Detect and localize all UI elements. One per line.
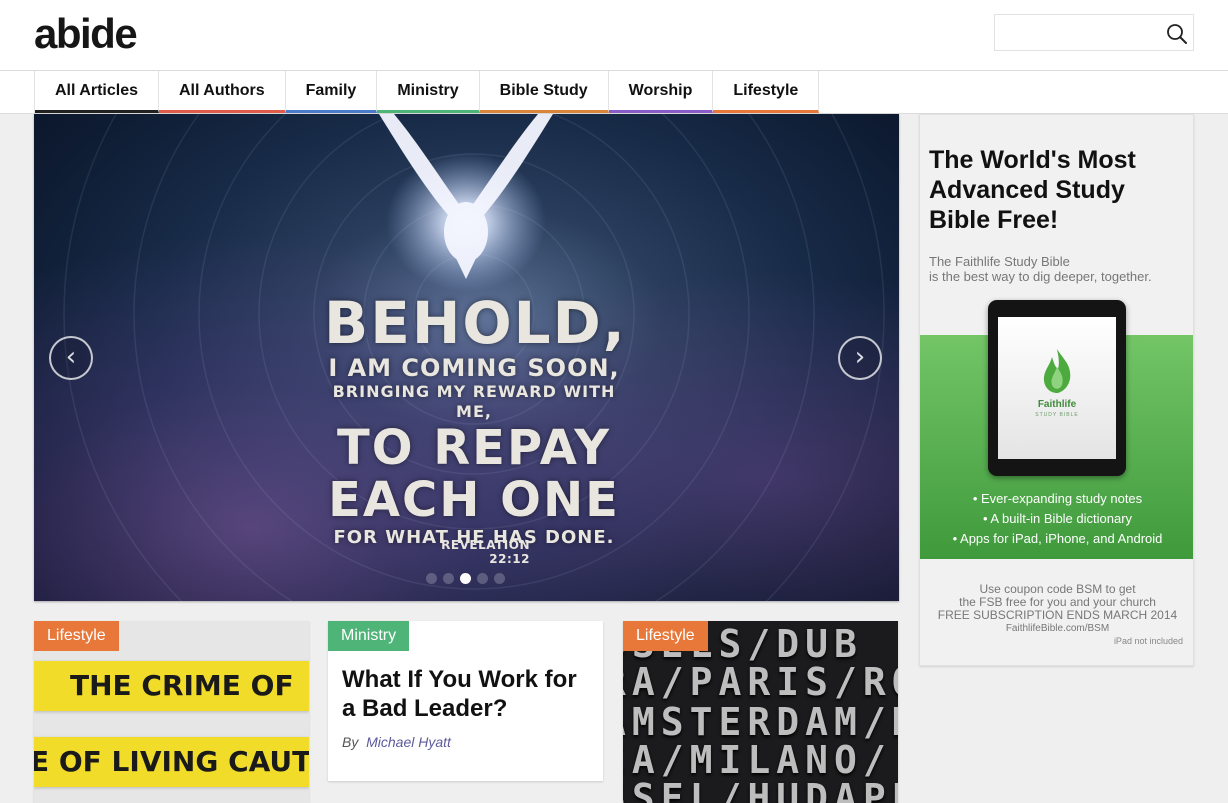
slider-dot[interactable]: [477, 573, 488, 584]
ad-subtitle: The Faithlife Study Bible is the best wa…: [929, 254, 1189, 284]
nav-all-authors[interactable]: All Authors: [159, 71, 286, 113]
nav-worship[interactable]: Worship: [608, 71, 714, 113]
category-tag[interactable]: Lifestyle: [34, 621, 119, 651]
slider-dots: [426, 573, 505, 584]
search-input[interactable]: [1001, 21, 1151, 45]
nav-ministry[interactable]: Ministry: [377, 71, 480, 113]
ad-feature: A built-in Bible dictionary: [920, 509, 1193, 529]
ad-subtitle-line-1: The Faithlife Study Bible: [929, 254, 1070, 269]
hero-line-1: BEHOLD,: [324, 289, 627, 357]
ad-feature: Apps for iPad, iPhone, and Android: [920, 529, 1193, 549]
category-tag[interactable]: Lifestyle: [623, 621, 708, 651]
category-nav: All Articles All Authors Family Ministry…: [0, 71, 1228, 114]
ad-headline: The World's Most Advanced Study Bible Fr…: [929, 146, 1136, 234]
byline-prefix: By: [342, 734, 359, 750]
hero-reference: REVELATION 22:12: [441, 538, 530, 566]
ad-url[interactable]: FaithlifeBible.com/BSM: [920, 622, 1193, 635]
author-link[interactable]: Michael Hyatt: [366, 734, 451, 750]
hero-line-5: EACH ONE: [328, 472, 620, 528]
article-byline: By Michael Hyatt: [342, 734, 451, 750]
tablet-brand: Faithlife: [1037, 399, 1077, 410]
slider-dot[interactable]: [494, 573, 505, 584]
nav-bible-study[interactable]: Bible Study: [479, 71, 609, 113]
board-row: SSEL/HUDAPES: [623, 776, 898, 803]
article-card-1[interactable]: Lifestyle THE CRIME OF E OF LIVING CAUT: [34, 621, 309, 803]
article-card-2[interactable]: Ministry What If You Work for a Bad Lead…: [328, 621, 603, 781]
ad-subtitle-line-2: is the best way to dig deeper, together.: [929, 269, 1152, 284]
search-icon[interactable]: [1166, 23, 1188, 45]
board-row: IA/MILANO/: [623, 738, 892, 782]
hero-scripture: BEHOLD, I AM COMING SOON, BRINGING MY RE…: [324, 289, 627, 550]
slider-next-button[interactable]: ›: [838, 336, 882, 380]
slider-dot[interactable]: [460, 573, 471, 584]
faithlife-flame-icon: [1043, 349, 1071, 393]
ad-feature: Ever-expanding study notes: [920, 489, 1193, 509]
board-row: RA/PARIS/RO: [623, 660, 898, 704]
ad-coupon: Use coupon code BSM to get the FSB free …: [920, 583, 1193, 635]
slider-dot[interactable]: [426, 573, 437, 584]
ad-feature-list: Ever-expanding study notes A built-in Bi…: [920, 489, 1193, 549]
hero-slider[interactable]: BEHOLD, I AM COMING SOON, BRINGING MY RE…: [34, 114, 899, 601]
article-card-3[interactable]: Lifestyle SSELS/DUB RA/PARIS/RO AMSTERDA…: [623, 621, 898, 803]
ad-footnote: iPad not included: [1113, 636, 1183, 646]
category-tag[interactable]: Ministry: [328, 621, 410, 651]
article-title[interactable]: What If You Work for a Bad Leader?: [342, 665, 592, 723]
site-logo[interactable]: abide: [34, 10, 138, 58]
tablet-brand-sub: STUDY BIBLE: [1035, 412, 1079, 418]
nav-lifestyle[interactable]: Lifestyle: [713, 71, 820, 113]
ad-coupon-line-3: FREE SUBSCRIPTION ENDS MARCH 2014: [937, 608, 1178, 622]
sidebar-ad[interactable]: The World's Most Advanced Study Bible Fr…: [919, 114, 1194, 666]
nav-family[interactable]: Family: [285, 71, 378, 113]
card-image-text: E OF LIVING CAUT: [34, 737, 309, 787]
site-header: abide: [0, 0, 1228, 71]
tablet-image: Faithlife STUDY BIBLE: [988, 300, 1126, 476]
board-row: AMSTERDAM/K: [623, 700, 898, 744]
tablet-screen: Faithlife STUDY BIBLE: [998, 317, 1116, 459]
hero-line-3: BRINGING MY REWARD WITH ME,: [332, 382, 616, 421]
search-box: [994, 14, 1194, 51]
slider-dot[interactable]: [443, 573, 454, 584]
nav-all-articles[interactable]: All Articles: [35, 71, 159, 113]
hero-line-4: TO REPAY: [336, 420, 612, 476]
hero-line-2: I AM COMING SOON,: [328, 354, 620, 382]
slider-prev-button[interactable]: ‹: [49, 336, 93, 380]
card-image-text: THE CRIME OF: [34, 661, 309, 711]
